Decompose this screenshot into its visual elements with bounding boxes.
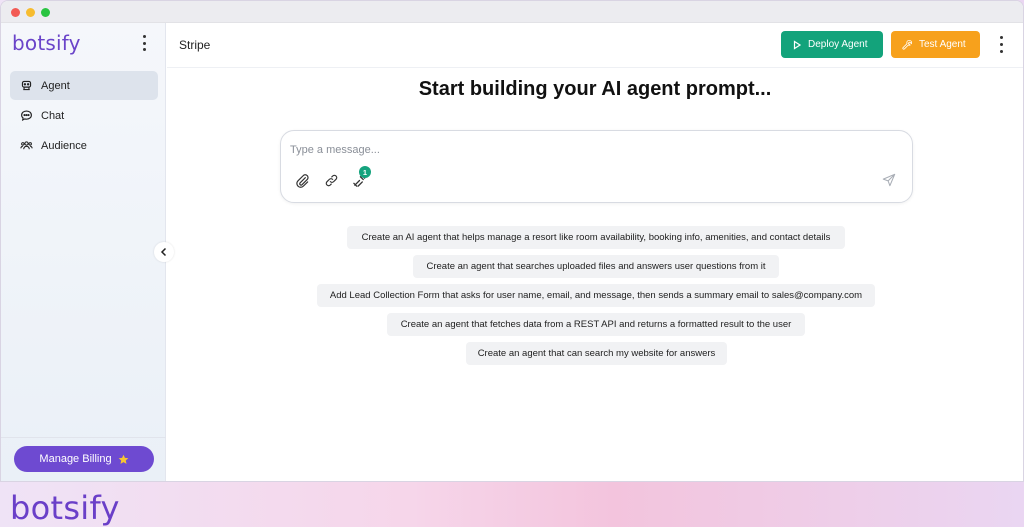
users-icon (20, 141, 33, 150)
sidebar-item-label: Audience (41, 139, 87, 152)
maximize-window-button[interactable] (41, 8, 50, 17)
test-agent-label: Test Agent (919, 39, 966, 50)
robot-icon (21, 80, 32, 91)
suggestion-chip[interactable]: Create an agent that can search my websi… (466, 342, 727, 365)
suggestion-chip[interactable]: Create an agent that searches uploaded f… (413, 255, 779, 278)
sidebar-item-chat[interactable]: Chat (10, 101, 158, 130)
message-composer: 1 (280, 130, 913, 203)
sidebar-menu-icon[interactable] (138, 35, 150, 51)
suggestion-chip[interactable]: Add Lead Collection Form that asks for u… (317, 284, 875, 307)
message-input[interactable] (290, 141, 870, 159)
sidebar-item-audience[interactable]: Audience (10, 131, 158, 160)
brand-logo: botsify (12, 31, 81, 55)
sidebar-divider (1, 437, 166, 438)
collapse-sidebar-button[interactable] (154, 242, 174, 262)
sidebar-item-agent[interactable]: Agent (10, 71, 158, 100)
add-link-button[interactable] (323, 172, 339, 188)
chat-bubble-icon (21, 110, 32, 121)
footer-brand-logo: botsify (10, 489, 120, 527)
link-icon (325, 174, 337, 186)
manage-billing-label: Manage Billing (39, 453, 112, 465)
send-button[interactable] (881, 172, 897, 188)
sidebar-item-label: Chat (41, 109, 65, 122)
app-window: botsify Agent Chat Audience Manage Billi… (0, 0, 1024, 482)
suggestion-chip[interactable]: Create an AI agent that helps manage a r… (347, 226, 845, 249)
send-icon (882, 173, 896, 187)
test-agent-button[interactable]: Test Agent (891, 31, 980, 58)
sidebar-item-label: Agent (41, 79, 70, 92)
play-icon (793, 39, 802, 50)
chevron-left-icon (160, 247, 167, 257)
minimize-window-button[interactable] (26, 8, 35, 17)
tools-count-badge: 1 (359, 166, 371, 178)
sidebar: botsify Agent Chat Audience Manage Billi… (1, 23, 166, 481)
more-options-icon[interactable] (995, 36, 1007, 53)
top-header: Stripe Deploy Agent Test Agent (167, 23, 1023, 68)
deploy-agent-button[interactable]: Deploy Agent (781, 31, 883, 58)
attach-file-button[interactable] (294, 172, 310, 188)
manage-billing-button[interactable]: Manage Billing (14, 446, 154, 472)
sidebar-nav: Agent Chat Audience (10, 71, 158, 161)
deploy-agent-label: Deploy Agent (808, 39, 868, 50)
prompt-heading: Start building your AI agent prompt... (418, 78, 772, 100)
page-title: Stripe (179, 38, 211, 52)
window-titlebar (1, 1, 1023, 23)
star-icon (118, 454, 128, 464)
close-window-button[interactable] (11, 8, 20, 17)
suggestion-chip[interactable]: Create an agent that fetches data from a… (387, 313, 805, 336)
paperclip-icon (295, 173, 309, 188)
wrench-icon (902, 39, 913, 50)
